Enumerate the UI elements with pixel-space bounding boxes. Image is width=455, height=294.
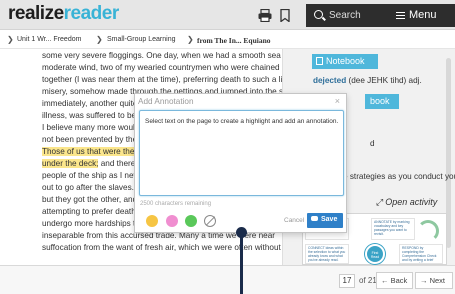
open-activity-link[interactable]: ⤢ Open activity <box>376 197 437 208</box>
app-logo[interactable]: realizereader <box>8 3 119 25</box>
pink-swatch[interactable] <box>166 215 178 227</box>
notebook-button-secondary[interactable]: book <box>365 94 399 109</box>
thumb-arc <box>417 220 439 242</box>
open-external-icon: ⤢ <box>376 197 384 207</box>
text-line[interactable]: not been prevented by the <box>42 135 137 144</box>
text-line[interactable]: immediately, another quite <box>42 99 137 108</box>
notebook-button[interactable]: Notebook <box>312 54 378 69</box>
add-annotation-dialog: Add Annotation × Select text on the page… <box>134 93 347 233</box>
search-placeholder: Search <box>329 10 361 21</box>
page-number-input[interactable]: 17 <box>339 274 355 288</box>
thumb-box-annotate: ANNOTATE by marking vocabulary and key p… <box>371 218 415 240</box>
text-line[interactable]: out to go after the slaves. H <box>42 183 142 192</box>
text-line[interactable]: illness, was suffered to be o <box>42 111 143 120</box>
close-icon[interactable]: × <box>335 96 340 106</box>
highlighted-text-line[interactable]: Those of us that were the m <box>42 147 144 156</box>
logo-realize: realize <box>8 3 64 24</box>
annotation-help-text: Select text on the page to create a high… <box>145 118 339 125</box>
pager-footer: 17 of 215 ← Back → Next <box>0 265 455 294</box>
arrow-left-icon: ← <box>381 276 391 285</box>
open-activity-label: Open activity <box>385 197 438 207</box>
green-swatch[interactable] <box>185 215 197 227</box>
menu-label: Menu <box>409 9 437 21</box>
highlight[interactable]: under the deck; <box>42 159 99 168</box>
chevron-right-icon: ❯ <box>96 35 103 44</box>
panel-text-fragment: d <box>370 139 375 148</box>
characters-remaining: 2500 characters remaining <box>140 201 212 207</box>
definition: dejected (dee JEHK tihd) adj. <box>313 76 422 85</box>
text-line[interactable]: together (I was near them at the time), … <box>42 75 282 84</box>
definition-word[interactable]: dejected <box>313 76 346 85</box>
pointer-cursor <box>236 227 247 294</box>
menu-button[interactable]: Menu <box>386 4 455 27</box>
chevron-right-icon: ❯ <box>7 35 14 44</box>
first-read-badge: First Read <box>365 244 385 264</box>
breadcrumb-item-current: from The In... Equiano <box>197 36 271 45</box>
arrow-right-icon: → <box>420 276 430 285</box>
dialog-title: Add Annotation <box>138 97 194 106</box>
top-bar: realizereader Search Menu <box>0 0 455 30</box>
annotation-textarea[interactable]: Select text on the page to create a high… <box>139 110 344 196</box>
logo-reader: reader <box>63 3 120 24</box>
text-line[interactable]: people of the ship as I neve <box>42 171 142 180</box>
notebook-label: Notebook <box>326 56 365 66</box>
back-label: Back <box>390 276 408 285</box>
save-button[interactable]: Save <box>307 213 343 228</box>
highlighted-text-line[interactable]: under the deck; and there w <box>42 159 144 168</box>
save-label: Save <box>321 216 338 223</box>
text-line[interactable]: suffocation from the want of fresh air, … <box>42 243 282 252</box>
next-label: Next <box>429 276 446 285</box>
text-line[interactable]: I believe many more would <box>42 123 139 132</box>
notebook-label-short: book <box>370 96 390 106</box>
comment-icon <box>311 216 318 221</box>
thumb-box-connect: CONNECT ideas within the selection to wh… <box>305 244 349 264</box>
panel-instructions: e strategies as you conduct your <box>343 172 455 181</box>
breadcrumb-item-unit[interactable]: Unit 1 Wr... Freedom <box>17 36 81 43</box>
bookmark-icon[interactable] <box>278 9 292 22</box>
cancel-button[interactable]: Cancel <box>284 217 304 224</box>
search-field[interactable]: Search <box>306 4 386 27</box>
text-line[interactable]: moderate wind, two of my wearied country… <box>42 63 280 72</box>
hamburger-icon <box>396 12 405 19</box>
chevron-right-icon: ❯ <box>187 35 194 44</box>
back-button[interactable]: ← Back <box>376 272 413 289</box>
next-button[interactable]: → Next <box>415 272 453 289</box>
notebook-icon <box>316 57 323 65</box>
text-line[interactable]: but they got the other, and <box>42 195 137 204</box>
text-line[interactable]: attempting to prefer death <box>42 207 136 216</box>
yellow-swatch[interactable] <box>146 215 158 227</box>
no-color-swatch[interactable] <box>204 215 216 227</box>
breadcrumb-item-small-group[interactable]: Small-Group Learning <box>107 36 175 43</box>
breadcrumb: ❯ Unit 1 Wr... Freedom ❯ Small-Group Lea… <box>0 30 455 49</box>
search-icon <box>314 10 323 19</box>
highlight[interactable]: Those of us that were the m <box>42 147 144 156</box>
definition-pronunciation: (dee JEHK tihd) adj. <box>346 76 422 85</box>
text-line[interactable]: undergo more hardships tha <box>42 219 144 228</box>
thumb-box-respond: RESPOND by completing the Comprehension … <box>399 244 443 264</box>
text-line[interactable]: some very severe floggings. One day, whe… <box>42 51 282 60</box>
print-icon[interactable] <box>258 9 272 22</box>
